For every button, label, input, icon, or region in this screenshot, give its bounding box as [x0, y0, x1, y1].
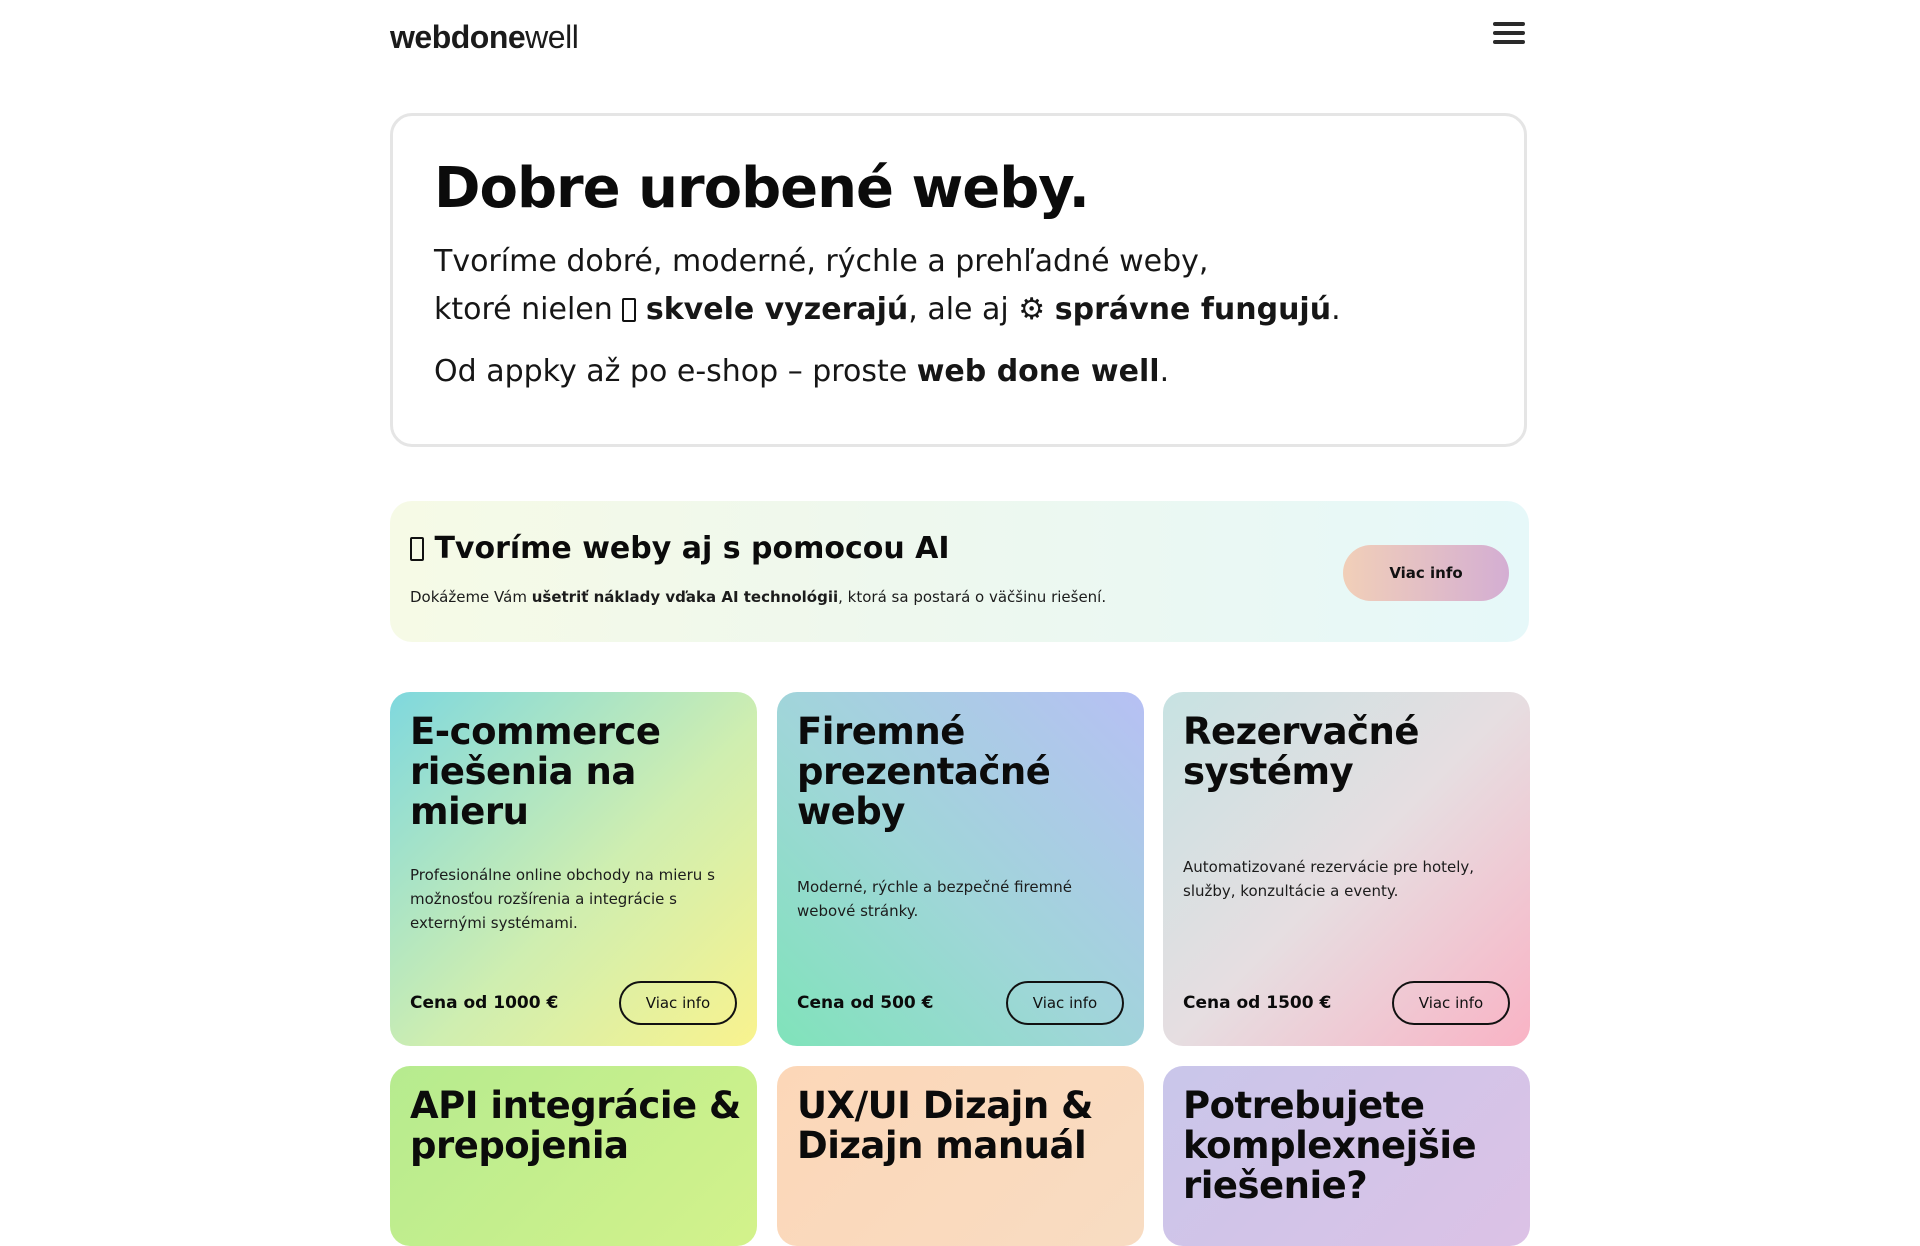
service-card-complex: Potrebujete komplexnejšie riešenie? — [1163, 1066, 1530, 1246]
hero-line2-mid: , ale aj — [908, 292, 1019, 327]
card-more-info-button[interactable]: Viac info — [1006, 981, 1124, 1025]
ai-banner-title: Tvoríme weby aj s pomocou AI — [410, 531, 950, 566]
card-title: API integrácie & prepojenia — [410, 1086, 741, 1166]
card-title-line: mieru — [410, 790, 529, 833]
logo-web: web — [390, 19, 451, 55]
card-price: Cena od 500 € — [797, 993, 934, 1013]
card-title-line: Rezervačné — [1183, 710, 1419, 753]
hero-line-3: Od appky až po e-shop – proste web done … — [434, 354, 1169, 389]
site-header: webdonewell — [390, 0, 1531, 74]
site-logo[interactable]: webdonewell — [390, 19, 579, 56]
card-title-line: Potrebujete — [1183, 1084, 1425, 1127]
card-title-line: E-commerce — [410, 710, 661, 753]
card-description: Automatizované rezervácie pre hotely, sl… — [1183, 858, 1475, 900]
card-description: Profesionálne online obchody na mieru s … — [410, 866, 715, 932]
card-description: Moderné, rýchle a bezpečné firemné webov… — [797, 878, 1072, 920]
card-more-info-button[interactable]: Viac info — [1392, 981, 1510, 1025]
robot-emoji-icon — [410, 537, 424, 561]
service-card-ecommerce: E-commerce riešenia na mieru Profesionálne… — [390, 692, 757, 1046]
ai-more-info-button[interactable]: Viac info — [1343, 545, 1509, 601]
card-title-line: UX/UI Dizajn & — [797, 1084, 1093, 1127]
card-title: Potrebujete komplexnejšie riešenie? — [1183, 1084, 1477, 1207]
hamburger-menu-icon[interactable] — [1493, 22, 1529, 52]
hero-line-2: ktoré nielen skvele vyzerajú, ale aj ⚙ s… — [434, 292, 1341, 327]
hero-line3-pre: Od appky až po e-shop – proste — [434, 354, 917, 389]
page-container: webdonewell Dobre urobené weby. Tvoríme … — [390, 0, 1531, 1246]
card-title-line: weby — [797, 790, 905, 833]
card-title-line: riešenie? — [1183, 1164, 1368, 1207]
gear-icon: ⚙ — [1018, 292, 1046, 327]
hero-title: Dobre urobené weby. — [434, 156, 1090, 221]
card-title-line: prepojenia — [410, 1124, 629, 1167]
card-title-line: prezentačné — [797, 750, 1051, 793]
logo-done: done — [450, 19, 526, 55]
menu-bar — [1493, 22, 1525, 26]
card-title: E-commerce riešenia na mieru — [410, 710, 661, 833]
service-card-reservations: Rezervačné systémy Automatizované rezervá… — [1163, 692, 1530, 1046]
card-price: Cena od 1000 € — [410, 993, 559, 1013]
ai-banner: Tvoríme weby aj s pomocou AI Dokážeme Vá… — [390, 501, 1529, 642]
menu-bar — [1493, 31, 1525, 35]
hero-box: Dobre urobené weby. Tvoríme dobré, moder… — [390, 113, 1527, 447]
hero-highlight-looks: skvele vyzerajú — [645, 292, 909, 327]
card-more-info-button[interactable]: Viac info — [619, 981, 737, 1025]
hero-line2-end: . — [1331, 292, 1341, 327]
ai-desc-pre: Dokážeme Vám — [410, 588, 532, 606]
ai-banner-description: Dokážeme Vám ušetriť náklady vďaka AI te… — [410, 588, 1106, 606]
hero-line-1: Tvoríme dobré, moderné, rýchle a prehľad… — [434, 244, 1209, 279]
ai-desc-end: , ktorá sa postará o väčšinu riešení. — [838, 588, 1107, 606]
card-title: Firemné prezentačné weby — [797, 710, 1051, 833]
hero-line3-end: . — [1159, 354, 1170, 389]
service-card-api: API integrácie & prepojenia — [390, 1066, 757, 1246]
card-price: Cena od 1500 € — [1183, 993, 1332, 1013]
card-title-line: Firemné — [797, 710, 965, 753]
service-card-corporate-web: Firemné prezentačné weby Moderné, rýchle a… — [777, 692, 1144, 1046]
hero-line2-pre: ktoré nielen — [434, 292, 623, 327]
card-title-line: riešenia na — [410, 750, 636, 793]
logo-well: well — [525, 19, 579, 55]
ai-banner-title-text: Tvoríme weby aj s pomocou AI — [434, 531, 950, 566]
ai-desc-bold: ušetriť náklady vďaka AI technológii — [531, 588, 839, 606]
service-card-ux-ui: UX/UI Dizajn & Dizajn manuál — [777, 1066, 1144, 1246]
card-title-line: komplexnejšie — [1183, 1124, 1477, 1167]
hero-highlight-works: správne fungujú — [1054, 292, 1332, 327]
hero-brand-phrase: web done well — [916, 354, 1160, 389]
card-title-line: API integrácie & — [410, 1084, 741, 1127]
card-title-line: Dizajn manuál — [797, 1124, 1087, 1167]
card-title-line: systémy — [1183, 750, 1354, 793]
card-title: UX/UI Dizajn & Dizajn manuál — [797, 1086, 1093, 1166]
menu-bar — [1493, 40, 1525, 44]
card-title: Rezervačné systémy — [1183, 712, 1419, 792]
sparkle-emoji-icon — [622, 298, 637, 322]
